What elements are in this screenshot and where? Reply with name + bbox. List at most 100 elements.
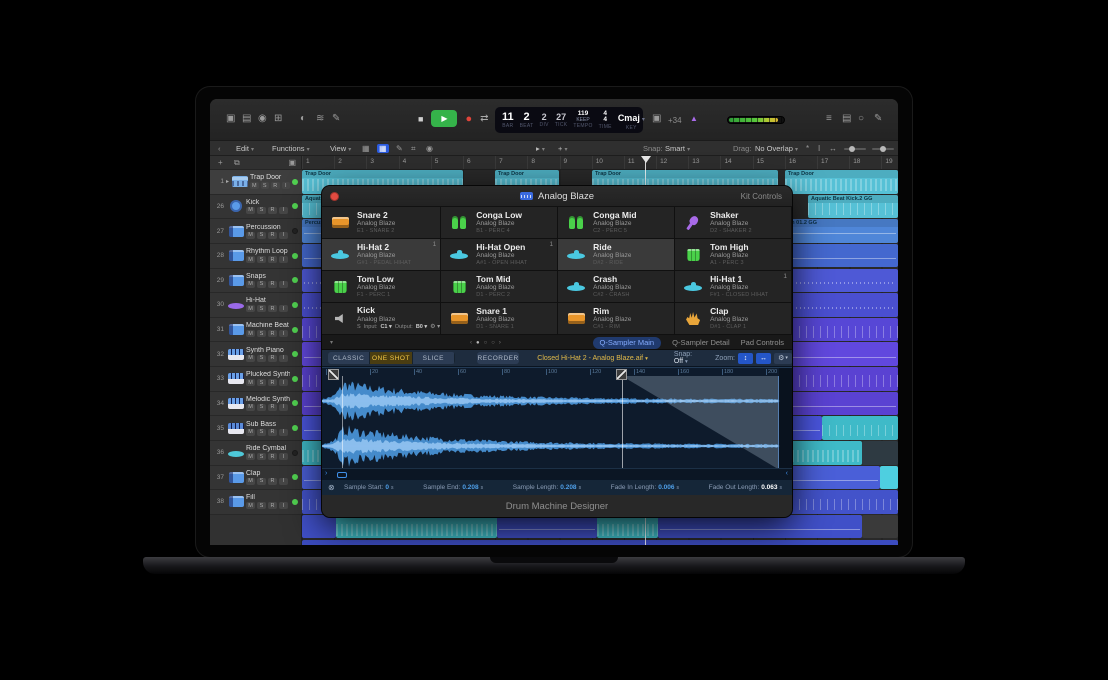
region[interactable] [658,515,862,539]
track-m-button[interactable]: M [246,330,255,337]
ruler-bar[interactable]: 18 [849,156,881,169]
info-fade-in-length-[interactable]: Fade In Length:0.006s [611,484,679,491]
fade-out-handle[interactable] [616,369,627,380]
region-view-icon[interactable]: ▦ [377,144,389,153]
track-i-button[interactable]: I [282,182,290,189]
drum-pad[interactable]: Kick Analog Blaze SInput:C1 ▾Output:B0 ▾… [322,303,441,335]
track-r-button[interactable]: R [268,281,277,288]
region[interactable] [302,540,898,545]
track-s-button[interactable]: S [257,305,266,312]
ruler-bar[interactable]: 1 [302,156,334,169]
track-m-button[interactable]: M [250,182,259,189]
dmd-title-bar[interactable]: Analog Blaze Kit Controls [322,186,792,207]
track-m-button[interactable]: M [246,207,255,214]
track-m-button[interactable]: M [246,502,255,509]
track-i-button[interactable]: I [279,404,288,411]
track-r-button[interactable]: R [268,453,277,460]
track-i-button[interactable]: I [279,256,288,263]
track-r-button[interactable]: R [268,207,277,214]
waveform-scrollbar[interactable]: › ‹ [322,468,792,479]
recorder-button[interactable]: RECORDER [477,352,519,364]
bar-ruler[interactable]: 12345678910111213141516171819 [302,156,898,170]
track-m-button[interactable]: M [246,404,255,411]
info-fade-out-length-[interactable]: Fade Out Length:0.063s [709,484,782,491]
disclosure-icon[interactable]: ▸ [226,178,229,185]
pager-dot-1[interactable]: ● [476,340,480,346]
scroll-left-icon[interactable]: › [325,470,327,477]
track-s-button[interactable]: S [257,429,266,436]
text-tool-icon[interactable]: I [818,144,820,153]
display-mode-icon[interactable]: ▣ [652,113,661,125]
region[interactable]: Aquatic Beat Kick.2 GG [808,195,898,219]
pad-output-dropdown[interactable]: B0 ▾ [416,324,427,331]
quick-help-icon[interactable]: ◉ [258,113,267,125]
track-status-dot[interactable] [292,351,298,357]
collaboration-icon[interactable]: ◉ [426,144,433,153]
track-i-button[interactable]: I [279,305,288,312]
track-s-button[interactable]: S [257,330,266,337]
track-row[interactable]: 36 ▸ Ride Cymbal MSRI [210,441,302,466]
ruler-bar[interactable]: 13 [688,156,720,169]
zoom-horizontal-button[interactable]: ↔ [756,353,771,364]
track-m-button[interactable]: M [246,232,255,239]
vertical-zoom-slider[interactable] [844,148,866,150]
drum-pad[interactable]: Snare 1 Analog Blaze D1 - SNARE 1 [441,303,558,335]
track-i-button[interactable]: I [279,453,288,460]
track-m-button[interactable]: M [246,379,255,386]
pad-pager[interactable]: ‹ ● ○ ○ › [470,335,501,350]
drum-machine-designer-window[interactable]: Analog Blaze Kit Controls Snare 2 Analog… [322,186,792,517]
region[interactable] [822,416,898,440]
track-r-button[interactable]: R [268,502,277,509]
pad-input-dropdown[interactable]: C1 ▾ [380,324,391,331]
scroll-right-icon[interactable]: ‹ [786,470,788,477]
track-status-dot[interactable] [292,302,298,308]
region[interactable] [862,441,898,465]
track-s-button[interactable]: S [257,404,266,411]
track-s-button[interactable]: S [257,355,266,362]
ruler-bar[interactable]: 3 [366,156,398,169]
track-r-button[interactable]: R [268,429,277,436]
track-r-button[interactable]: R [268,379,277,386]
drum-pad[interactable]: 1 Hi-Hat 2 Analog Blaze G#1 - PEDAL HIHA… [322,239,441,271]
drum-pad[interactable]: Tom High Analog Blaze A1 - PERC 3 [675,239,792,271]
snap-dropdown[interactable]: Smart ▾ [665,144,690,155]
track-m-button[interactable]: M [246,281,255,288]
close-window-button[interactable] [330,192,339,201]
ruler-bar[interactable]: 4 [399,156,431,169]
back-icon[interactable]: ‹ [218,144,221,153]
track-m-button[interactable]: M [246,478,255,485]
pager-dot-3[interactable]: ○ [491,340,495,346]
region[interactable] [497,515,597,539]
track-status-dot[interactable] [292,203,298,209]
view-menu[interactable]: View ▾ [330,144,351,155]
play-button[interactable]: ▶ [431,110,457,127]
track-r-button[interactable]: R [268,256,277,263]
track-s-button[interactable]: S [257,502,266,509]
track-status-dot[interactable] [292,376,298,382]
track-status-dot[interactable] [292,179,298,185]
track-r-button[interactable]: R [271,182,280,189]
snap-toggle-icon[interactable]: * [806,144,809,153]
sampler-settings-button[interactable]: ⚙▾ [774,353,792,364]
grid-view-icon[interactable]: ▦ [362,144,370,153]
track-status-dot[interactable] [292,277,298,283]
ruler-bar[interactable]: 16 [785,156,817,169]
sample-start-marker[interactable] [342,376,343,468]
tab-q-sampler-detail[interactable]: Q-Sampler Detail [672,338,730,347]
cycle-button[interactable]: ⇄ [480,113,488,124]
region[interactable] [336,515,497,539]
track-m-button[interactable]: M [246,453,255,460]
track-r-button[interactable]: R [268,478,277,485]
region[interactable] [302,515,336,539]
functions-menu[interactable]: Functions ▾ [272,144,310,155]
tab-pad-controls[interactable]: Pad Controls [741,338,784,347]
secondary-tool[interactable]: + ▾ [558,144,568,155]
region[interactable]: Trap Door [785,170,898,194]
tab-q-sampler-main[interactable]: Q-Sampler Main [593,337,662,349]
track-row[interactable]: 1 ▸ Trap Door MSRI [210,170,302,195]
list-editors-icon[interactable]: ≡ [826,113,832,125]
track-s-button[interactable]: S [261,182,270,189]
ruler-bar[interactable]: 8 [527,156,559,169]
drum-pad[interactable]: 1 Hi-Hat 1 Analog Blaze F#1 - CLOSED HIH… [675,271,792,303]
track-row[interactable]: 37 ▸ Clap MSRI [210,466,302,491]
